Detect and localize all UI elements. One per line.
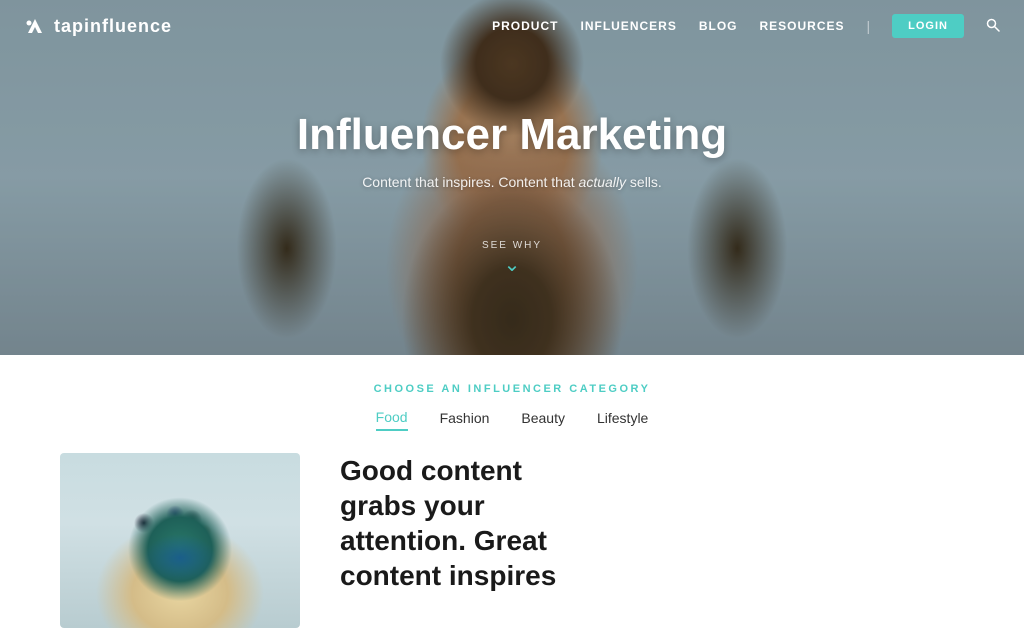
nav-divider: |	[867, 18, 871, 34]
nav-links: PRODUCT INFLUENCERS BLOG RESOURCES | LOG…	[492, 14, 1000, 38]
content-title-line1: Good content	[340, 455, 522, 486]
hero-subtitle-italic: actually	[579, 174, 626, 190]
content-title-line3: attention. Great	[340, 525, 547, 556]
hero-subtitle-suffix: sells.	[626, 174, 662, 190]
tab-fashion[interactable]: Fashion	[440, 410, 490, 430]
logo[interactable]: tapinfluence	[24, 15, 172, 37]
logo-icon	[24, 15, 46, 37]
nav-resources[interactable]: RESOURCES	[760, 19, 845, 33]
content-title: Good content grabs your attention. Great…	[340, 453, 964, 593]
content-text: Good content grabs your attention. Great…	[340, 453, 964, 593]
search-icon[interactable]	[986, 18, 1000, 35]
food-image	[60, 453, 300, 628]
category-tabs: Food Fashion Beauty Lifestyle	[0, 409, 1024, 431]
content-title-line2: grabs your	[340, 490, 485, 521]
content-section: Good content grabs your attention. Great…	[0, 431, 1024, 628]
hero-subtitle: Content that inspires. Content that actu…	[362, 174, 662, 190]
category-section: CHOOSE AN INFLUENCER CATEGORY Food Fashi…	[0, 355, 1024, 431]
see-why-text: SEE WHY	[482, 240, 542, 251]
hero-title: Influencer Marketing	[297, 110, 727, 160]
navbar: tapinfluence PRODUCT INFLUENCERS BLOG RE…	[0, 0, 1024, 52]
hero-content: Influencer Marketing Content that inspir…	[0, 0, 1024, 355]
tab-food[interactable]: Food	[376, 409, 408, 431]
login-button[interactable]: LOGIN	[892, 14, 964, 38]
logo-text: tapinfluence	[54, 16, 172, 37]
tab-lifestyle[interactable]: Lifestyle	[597, 410, 648, 430]
nav-product[interactable]: PRODUCT	[492, 19, 558, 33]
hero-section: Influencer Marketing Content that inspir…	[0, 0, 1024, 355]
see-why-button[interactable]: SEE WHY ⌄	[482, 240, 542, 275]
nav-influencers[interactable]: INFLUENCERS	[580, 19, 676, 33]
tab-beauty[interactable]: Beauty	[521, 410, 565, 430]
hero-subtitle-prefix: Content that inspires. Content that	[362, 174, 578, 190]
chevron-down-icon: ⌄	[504, 255, 521, 275]
category-label: CHOOSE AN INFLUENCER CATEGORY	[0, 383, 1024, 395]
nav-blog[interactable]: BLOG	[699, 19, 738, 33]
